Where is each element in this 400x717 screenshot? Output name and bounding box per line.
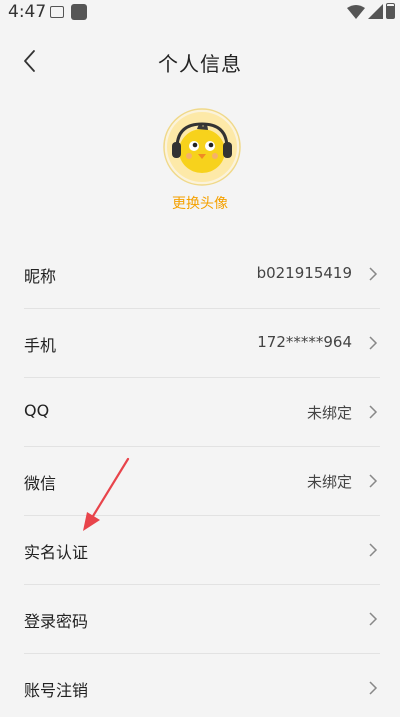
- row-label: 实名认证: [24, 543, 89, 562]
- row-value: 未绑定: [306, 404, 352, 422]
- row-account-deletion[interactable]: 账号注销: [24, 654, 380, 717]
- chevron-right-icon: [369, 612, 378, 626]
- status-bar: 4:47: [0, 0, 400, 26]
- row-label: 账号注销: [24, 681, 89, 700]
- app-square-icon: [71, 4, 87, 20]
- row-qq[interactable]: QQ 未绑定: [24, 378, 380, 447]
- row-value: 未绑定: [306, 473, 352, 491]
- chick-with-headphones-avatar: [163, 108, 241, 186]
- chevron-right-icon: [369, 681, 378, 695]
- row-value: b021915419: [256, 264, 352, 282]
- header: 个人信息: [0, 38, 400, 84]
- wifi-icon: [347, 5, 365, 19]
- profile-info-list: 昵称 b021915419 手机 172*****964 QQ 未绑定 微信 未…: [0, 240, 400, 717]
- annotation-arrow-icon: [83, 457, 130, 531]
- chevron-right-icon: [369, 405, 378, 419]
- row-label: 昵称: [24, 267, 57, 286]
- battery-icon: [386, 3, 395, 19]
- row-phone[interactable]: 手机 172*****964: [24, 309, 380, 378]
- row-label: 登录密码: [24, 612, 89, 631]
- image-icon: [50, 6, 64, 18]
- change-avatar-link[interactable]: 更换头像: [0, 193, 400, 213]
- row-nickname[interactable]: 昵称 b021915419: [24, 240, 380, 309]
- status-time: 4:47: [8, 2, 47, 22]
- page-title: 个人信息: [158, 52, 242, 76]
- row-login-password[interactable]: 登录密码: [24, 585, 380, 654]
- signal-icon: [368, 4, 383, 19]
- row-label: QQ: [24, 401, 50, 420]
- chevron-right-icon: [369, 474, 378, 488]
- screen: 4:47 个人信息 更换头像 昵称 b021915419 手机 172*****…: [0, 0, 400, 717]
- chevron-right-icon: [369, 543, 378, 557]
- row-label: 手机: [24, 336, 57, 355]
- avatar[interactable]: [163, 108, 241, 186]
- row-value: 172*****964: [257, 333, 352, 351]
- row-label: 微信: [24, 474, 57, 493]
- chevron-right-icon: [369, 267, 378, 281]
- chevron-right-icon: [369, 336, 378, 350]
